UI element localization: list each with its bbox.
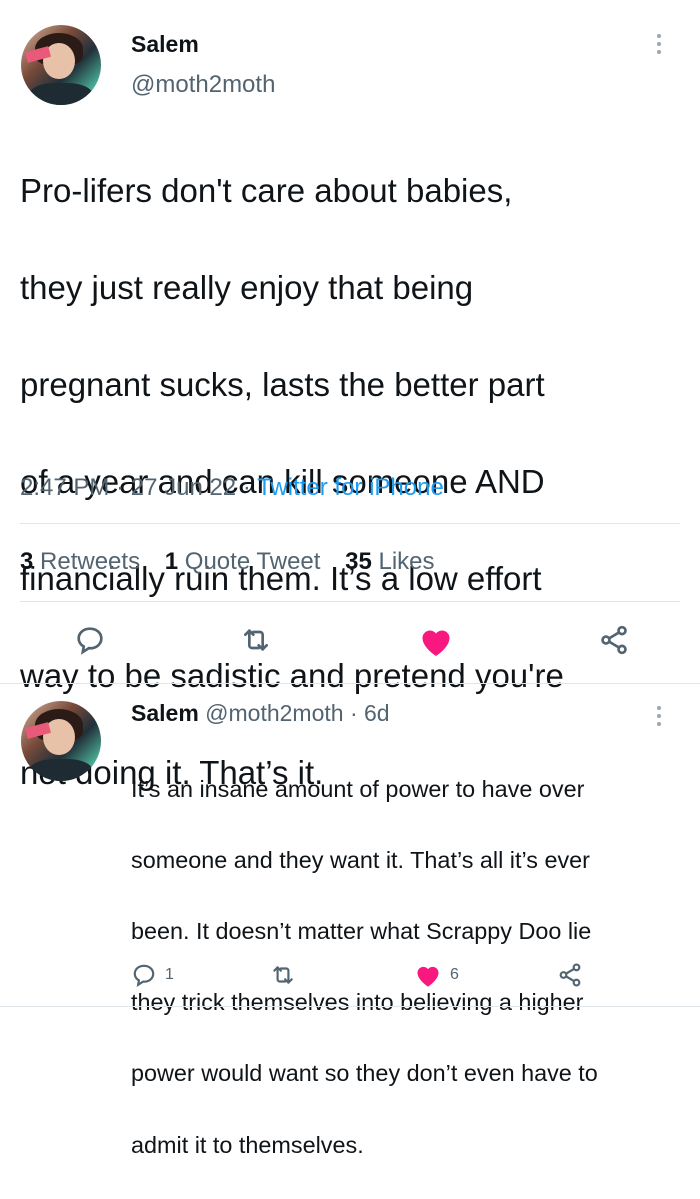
reply-text-line: admit it to themselves. — [131, 1131, 364, 1158]
reply-header: Salem @moth2moth · 6d — [131, 700, 390, 726]
reply-like-button[interactable]: 6 — [414, 962, 459, 988]
more-icon[interactable] — [654, 34, 664, 54]
like-button[interactable] — [418, 624, 454, 658]
reply-text: It’s an insane amount of power to have o… — [131, 736, 691, 1199]
share-button[interactable] — [597, 624, 631, 656]
retweet-icon — [273, 966, 293, 984]
reply-reply-button[interactable]: 1 — [131, 962, 174, 988]
reply-retweet-button[interactable] — [270, 962, 296, 988]
share-icon — [559, 963, 581, 987]
tweet-date[interactable]: 27 Jun 22 — [131, 474, 236, 501]
reply-author-handle[interactable]: @moth2moth — [205, 700, 343, 726]
tweet-stats: 3 Retweets 1 Quote Tweet 35 Likes — [20, 548, 453, 576]
divider — [20, 601, 680, 602]
tweet-text-line: Pro-lifers don't care about babies, — [20, 171, 513, 209]
reply-button[interactable] — [74, 624, 106, 656]
tweet-text-line: pregnant sucks, lasts the better part — [20, 365, 545, 403]
more-icon[interactable] — [654, 706, 664, 726]
reply-text-line: they trick themselves into believing a h… — [131, 989, 584, 1016]
retweets-stat[interactable]: 3 Retweets — [20, 548, 140, 575]
reply-author-name[interactable]: Salem — [131, 700, 199, 726]
reply-age[interactable]: 6d — [364, 700, 390, 726]
heart-icon — [422, 630, 450, 656]
reply-text-line: It’s an insane amount of power to have o… — [131, 775, 585, 802]
tweet-text-line: way to be sadistic and pretend you're — [20, 656, 564, 694]
reply-icon — [77, 627, 103, 655]
reply-text-line: power would want so they don’t even have… — [131, 1060, 598, 1087]
reply-count: 1 — [165, 966, 174, 983]
tweet-meta: 2:47 PM · 27 Jun 22 · Twitter for iPhone — [20, 474, 444, 501]
retweet-icon — [244, 629, 268, 651]
reply-text-line: someone and they want it. That’s all it’… — [131, 846, 590, 873]
reply-icon — [133, 964, 155, 987]
author-name[interactable]: Salem — [131, 31, 199, 58]
author-handle[interactable]: @moth2moth — [131, 71, 275, 99]
tweet-time[interactable]: 2:47 PM — [20, 474, 109, 501]
heart-icon — [417, 966, 439, 987]
reply-author-avatar[interactable] — [21, 701, 101, 781]
reply-share-button[interactable] — [557, 962, 583, 988]
tweet-source[interactable]: Twitter for iPhone — [257, 474, 444, 501]
tweet-text-line: they just really enjoy that being — [20, 268, 474, 306]
retweet-button[interactable] — [240, 624, 272, 656]
reply-text-line: been. It doesn’t matter what Scrappy Doo… — [131, 917, 592, 944]
likes-stat[interactable]: 35 Likes — [345, 548, 434, 575]
thread-separator — [0, 683, 700, 684]
share-icon — [601, 625, 627, 655]
divider — [20, 523, 680, 524]
like-count: 6 — [450, 966, 459, 983]
divider — [0, 1006, 700, 1007]
author-avatar[interactable] — [21, 25, 101, 105]
quotes-stat[interactable]: 1 Quote Tweet — [165, 548, 321, 575]
